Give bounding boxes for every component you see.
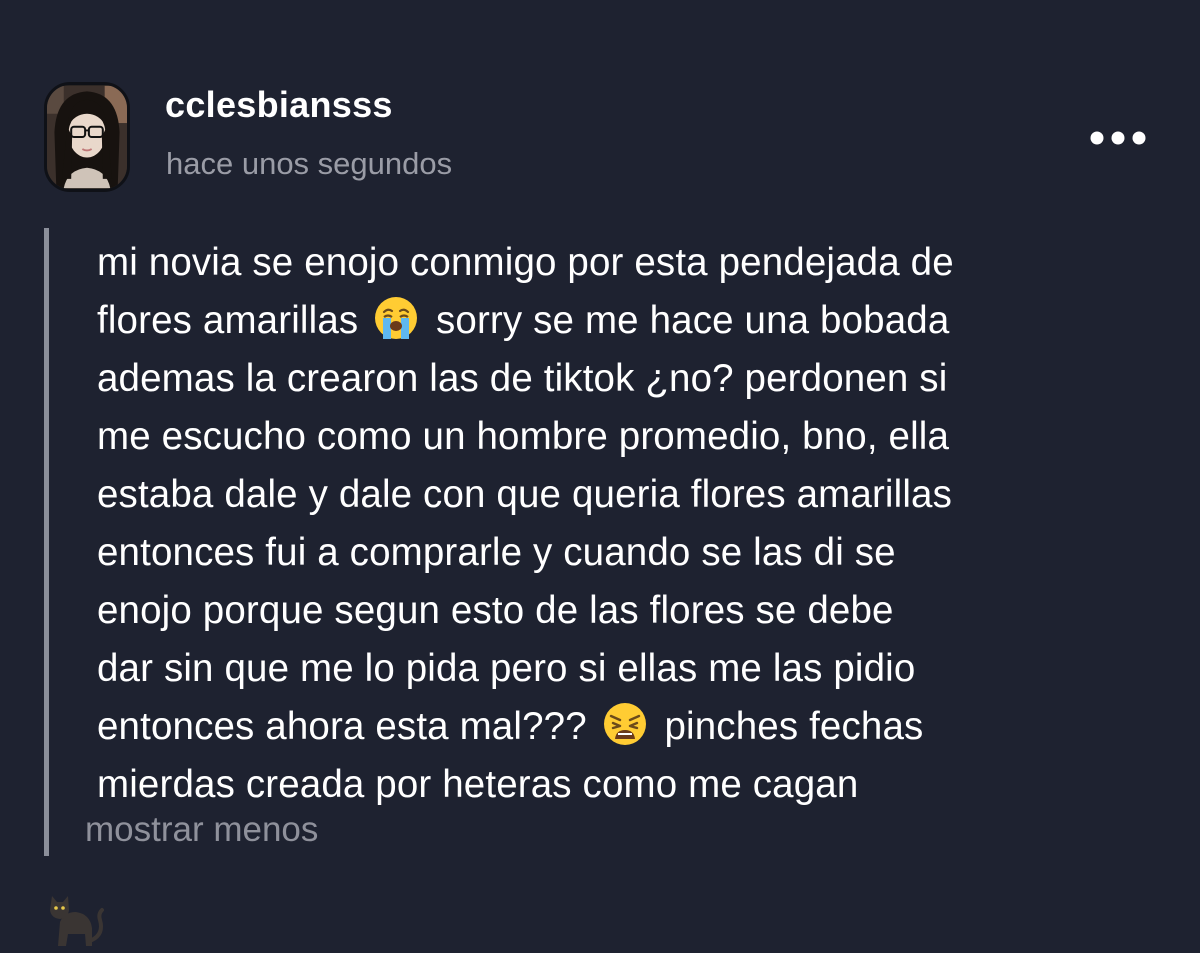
post-line: entonces ahora esta mal??? pinches fecha…	[97, 698, 1187, 756]
post-text: mi novia se enojo conmigo por esta pende…	[97, 241, 954, 284]
post-line: entonces fui a comprarle y cuando se las…	[97, 524, 1187, 582]
weary-face-emoji	[603, 703, 646, 745]
post-text: me escucho como un hombre promedio, bno,…	[97, 415, 950, 458]
more-options-button[interactable]	[1080, 120, 1152, 156]
username[interactable]: cclesbiansss	[165, 84, 393, 126]
black-cat-emoji	[50, 896, 104, 946]
post-text: enojo porque segun esto de las flores se…	[97, 589, 894, 632]
post-text: ademas la crearon las de tiktok ¿no? per…	[97, 357, 948, 400]
post-text: entonces fui a comprarle y cuando se las…	[97, 531, 896, 574]
post-text: estaba dale y dale con que queria flores…	[97, 473, 953, 516]
post-text: flores amarillas	[97, 299, 359, 342]
post-text: dar sin que me lo pida pero si ellas me …	[97, 647, 916, 690]
avatar[interactable]	[44, 82, 130, 192]
post-line: flores amarillas sorry se me hace una bo…	[97, 292, 1187, 350]
post-timestamp: hace unos segundos	[166, 146, 453, 181]
post-body: mi novia se enojo conmigo por esta pende…	[97, 234, 1187, 814]
post-line: me escucho como un hombre promedio, bno,…	[97, 408, 1187, 466]
post-line: enojo porque segun esto de las flores se…	[97, 582, 1187, 640]
post-line: estaba dale y dale con que queria flores…	[97, 466, 1187, 524]
cat-tag-button[interactable]	[44, 888, 108, 948]
post-line: mi novia se enojo conmigo por esta pende…	[97, 234, 1187, 292]
post-line: ademas la crearon las de tiktok ¿no? per…	[97, 350, 1187, 408]
quote-bar	[44, 228, 49, 856]
post-text: pinches fechas	[664, 705, 924, 748]
show-less-button[interactable]: mostrar menos	[85, 810, 318, 850]
post-text: sorry se me hace una bobada	[436, 299, 950, 342]
post-line: mierdas creada por heteras como me cagan	[97, 756, 1187, 814]
loudly-crying-face-emoji	[375, 297, 418, 339]
post-text: mierdas creada por heteras como me cagan	[97, 763, 859, 806]
ellipsis-horizontal-icon	[1090, 131, 1146, 145]
post-text: entonces ahora esta mal???	[97, 705, 587, 748]
post-line: dar sin que me lo pida pero si ellas me …	[97, 640, 1187, 698]
